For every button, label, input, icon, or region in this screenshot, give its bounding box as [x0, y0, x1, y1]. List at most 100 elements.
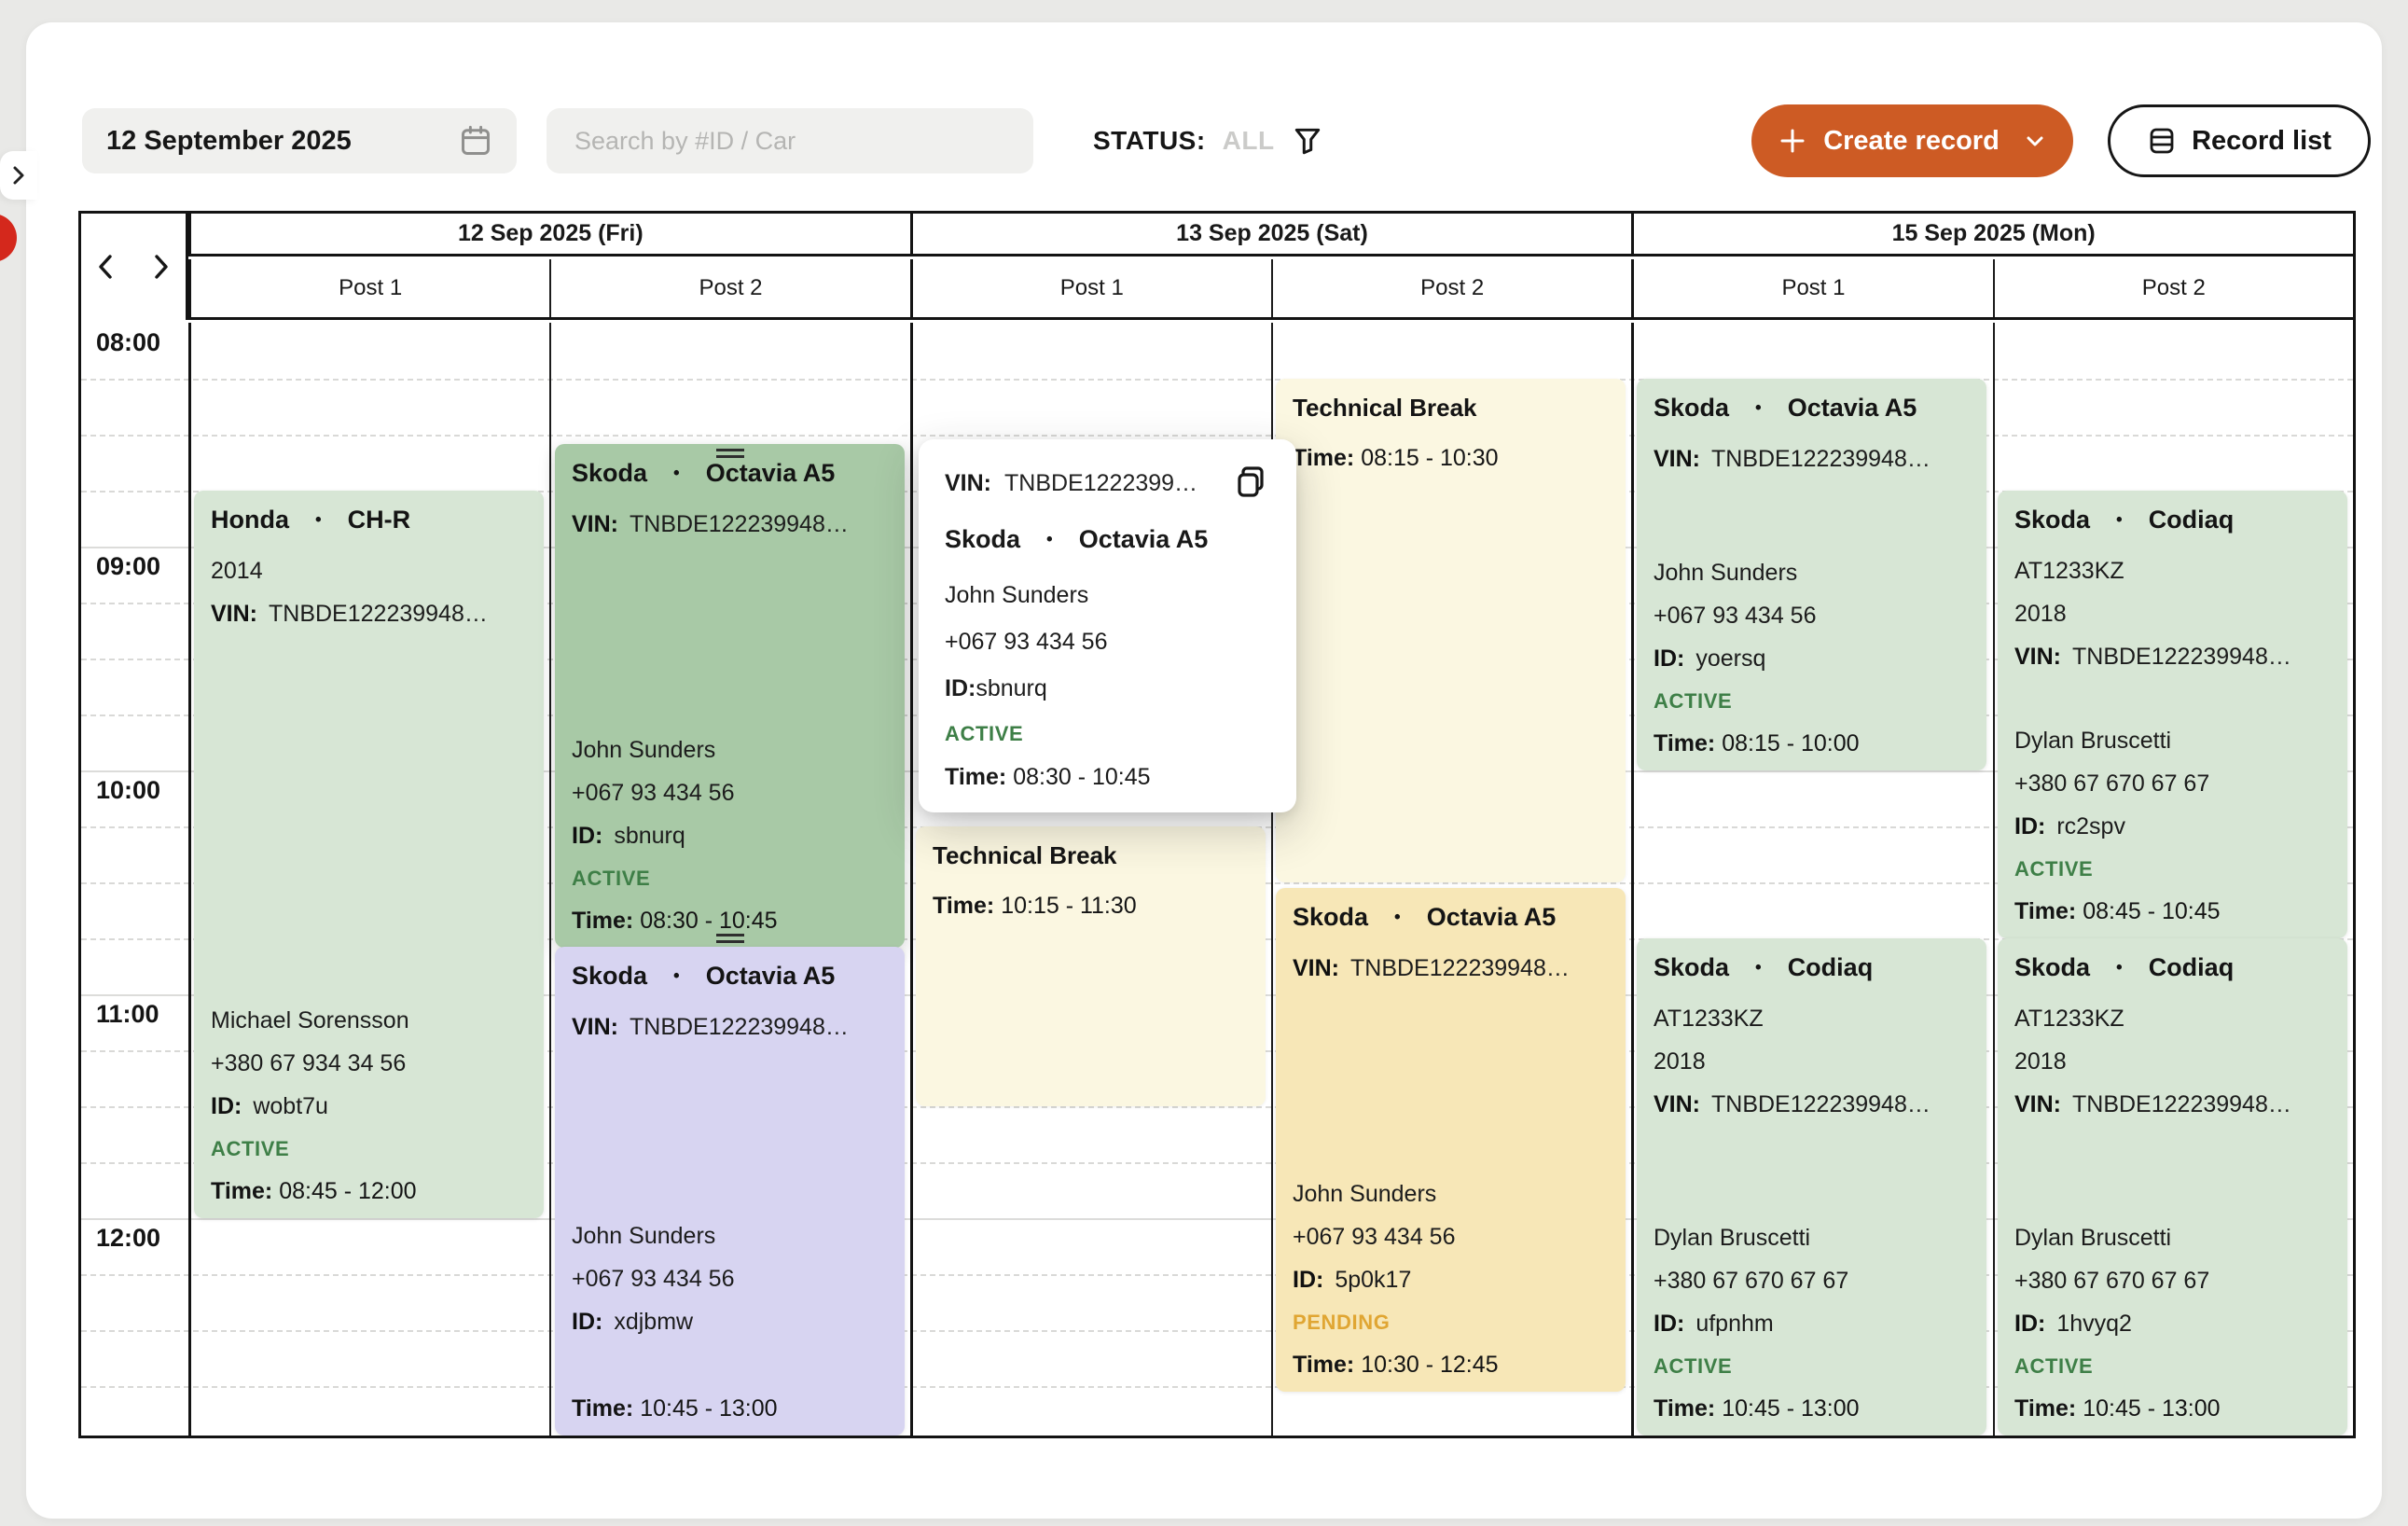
record-list-label: Record list: [2192, 126, 2332, 157]
booking-card[interactable]: Skoda•Octavia A5VIN:TNBDE122239948…John …: [555, 947, 905, 1436]
car-year: 2018: [2014, 1049, 2331, 1074]
card-time: Time: 08:15 - 10:00: [1654, 730, 1970, 757]
copy-icon[interactable]: [1231, 464, 1270, 503]
car-brand: Skoda: [2014, 953, 2090, 982]
status-value[interactable]: ALL: [1223, 126, 1275, 156]
card-title: Skoda•Octavia A5: [572, 459, 888, 488]
card-time: Time: 10:15 - 11:30: [933, 893, 1249, 920]
booking-card[interactable]: Skoda•Octavia A5VIN:TNBDE122239948…John …: [1637, 379, 1986, 770]
car-year: 2014: [211, 559, 527, 583]
customer-name: John Sunders: [1293, 1182, 1609, 1206]
record-list-button[interactable]: Record list: [2108, 104, 2371, 177]
break-card[interactable]: Technical BreakTime: 10:15 - 11:30: [916, 826, 1266, 1106]
card-time: Time: 08:30 - 10:45: [572, 908, 888, 935]
popover-customer-name: John Sunders: [945, 582, 1270, 609]
car-plate: AT1233KZ: [2014, 1006, 2331, 1031]
card-title: Skoda•Codiaq: [2014, 953, 2331, 982]
card-title: Skoda•Octavia A5: [1654, 394, 1970, 423]
car-brand: Skoda: [572, 459, 647, 488]
card-title: Skoda•Codiaq: [1654, 953, 1970, 982]
bullet-separator: •: [1394, 908, 1401, 928]
post-header: Post 1: [1634, 259, 1994, 317]
card-spacer: [1654, 1135, 1970, 1226]
car-brand: Skoda: [1654, 394, 1729, 423]
popover-vin-value: TNBDE1222399…: [1004, 470, 1197, 497]
customer-name: Dylan Bruscetti: [2014, 1226, 2331, 1250]
chevron-right-icon: [10, 164, 27, 187]
customer-name: Michael Sorensson: [211, 1008, 527, 1033]
card-title: Honda•CH-R: [211, 506, 527, 534]
status-filter: STATUS: ALL: [1093, 108, 1323, 173]
booking-card[interactable]: Skoda•CodiaqAT1233KZ2018VIN:TNBDE1222399…: [1637, 938, 1986, 1436]
customer-name: Dylan Bruscetti: [2014, 728, 2331, 753]
time-label: 10:00: [96, 776, 160, 805]
status-badge: ACTIVE: [2014, 857, 2331, 881]
bullet-separator: •: [1755, 398, 1762, 419]
card-time: Time: 08:45 - 12:00: [211, 1178, 527, 1205]
filter-funnel-icon[interactable]: [1292, 125, 1323, 157]
booking-card[interactable]: Honda•CH-R2014VIN:TNBDE122239948…Michael…: [194, 491, 544, 1218]
record-id: ID:xdjbmw: [572, 1310, 888, 1334]
customer-name: Dylan Bruscetti: [1654, 1226, 1970, 1250]
status-badge: ACTIVE: [1654, 1354, 1970, 1379]
car-model: Codiaq: [2149, 953, 2235, 982]
card-time: Time: 10:45 - 13:00: [1654, 1395, 1970, 1422]
car-vin: VIN:TNBDE122239948…: [2014, 1092, 2331, 1117]
booking-card[interactable]: Skoda•CodiaqAT1233KZ2018VIN:TNBDE1222399…: [1998, 491, 2347, 938]
schedule-grid: 12 Sep 2025 (Fri)13 Sep 2025 (Sat)15 Sep…: [78, 211, 2356, 1438]
car-model: Octavia A5: [706, 962, 836, 991]
customer-phone: +067 93 434 56: [572, 781, 888, 805]
status-label: STATUS:: [1093, 126, 1206, 156]
customer-phone: +067 93 434 56: [572, 1267, 888, 1291]
bullet-separator: •: [2116, 510, 2123, 531]
customer-name: John Sunders: [572, 1224, 888, 1248]
car-model: Codiaq: [1788, 953, 1874, 982]
calendar-icon: [459, 124, 492, 158]
status-badge: PENDING: [1293, 1311, 1609, 1335]
status-badge: ACTIVE: [1654, 689, 1970, 714]
status-badge: ACTIVE: [211, 1137, 527, 1161]
post-header: Post 2: [1995, 259, 2353, 317]
booking-card[interactable]: Skoda•Octavia A5VIN:TNBDE122239948…John …: [555, 444, 905, 948]
day-header: 12 Sep 2025 (Fri): [191, 214, 913, 254]
list-icon: [2147, 126, 2177, 156]
car-vin: VIN:TNBDE122239948…: [2014, 645, 2331, 669]
car-model: Codiaq: [2149, 506, 2235, 534]
record-id: ID:rc2spv: [2014, 814, 2331, 839]
break-card[interactable]: Technical BreakTime: 08:15 - 10:30: [1276, 379, 1626, 882]
sidebar-expand-tab[interactable]: [0, 151, 37, 200]
search-input[interactable]: [573, 126, 1007, 157]
nav-next-button[interactable]: [151, 253, 172, 281]
drag-handle-top[interactable]: [716, 449, 744, 458]
post-header: Post 2: [551, 259, 912, 317]
booking-card[interactable]: Skoda•Codiaq AT1233KZ 2018 VIN:TNBDE1222399…: [1998, 938, 2347, 1436]
car-model: Octavia A5: [706, 459, 836, 488]
record-id: ID:5p0k17: [1293, 1268, 1609, 1292]
selected-date: 12 September 2025: [106, 126, 352, 157]
date-picker[interactable]: 12 September 2025: [82, 108, 517, 173]
customer-phone: +067 93 434 56: [1654, 603, 1970, 628]
popover-status-badge: ACTIVE: [945, 722, 1270, 746]
customer-phone: +380 67 670 67 67: [2014, 771, 2331, 796]
card-spacer: [1654, 490, 1970, 561]
create-record-button[interactable]: Create record: [1751, 104, 2073, 177]
car-brand: Skoda: [1654, 953, 1729, 982]
search-box[interactable]: [547, 108, 1033, 173]
card-spacer: [1293, 999, 1609, 1182]
car-vin: VIN:TNBDE122239948…: [1654, 1092, 1970, 1117]
record-id: ID:1hvyq2: [2014, 1311, 2331, 1336]
time-label: 11:00: [96, 1000, 159, 1029]
booking-card[interactable]: Skoda•Octavia A5VIN:TNBDE122239948…John …: [1276, 888, 1626, 1392]
post-header: Post 2: [1273, 259, 1634, 317]
card-spacer: [2014, 687, 2331, 728]
card-spacer: [211, 645, 527, 1008]
record-id: ID:yoersq: [1654, 646, 1970, 671]
nav-prev-button[interactable]: [95, 253, 116, 281]
card-title: Skoda•Octavia A5: [572, 962, 888, 991]
customer-phone: +380 67 670 67 67: [1654, 1269, 1970, 1293]
drag-handle-bottom[interactable]: [716, 934, 744, 943]
day-header: 15 Sep 2025 (Mon): [1634, 214, 2353, 254]
customer-phone: +067 93 434 56: [1293, 1225, 1609, 1249]
break-title: Technical Break: [1293, 394, 1609, 423]
card-title: Skoda•Codiaq: [2014, 506, 2331, 534]
